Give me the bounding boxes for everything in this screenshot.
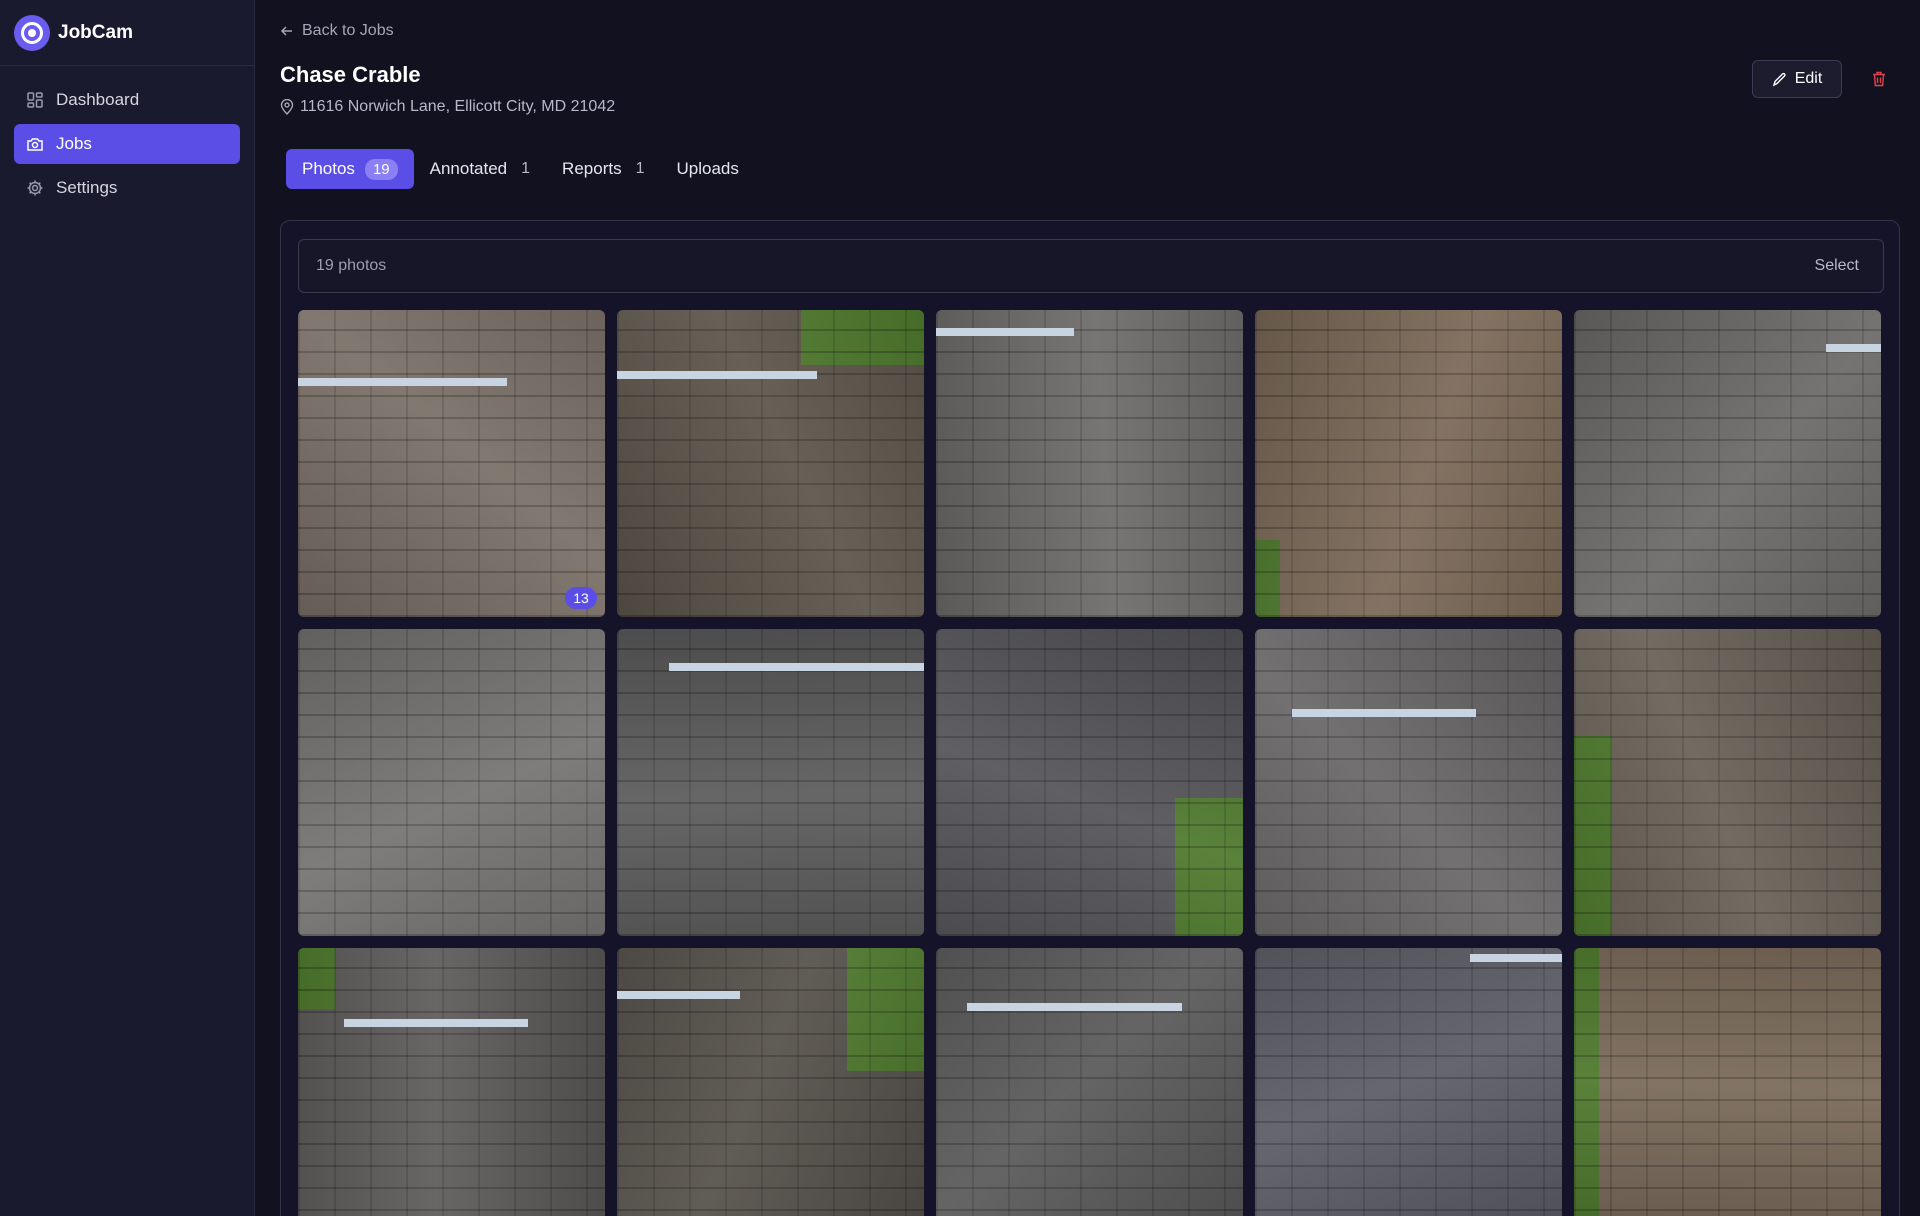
photo-thumbnail[interactable] [1574,948,1881,1216]
roof-shade [617,310,924,617]
sidebar-nav: Dashboard Jobs Settings [0,66,254,226]
dashboard-icon [27,92,43,108]
arrow-left-icon [280,26,292,36]
ridge-vent [966,1003,1182,1012]
ridge-vent [669,662,924,671]
map-pin-icon [280,99,294,115]
roof-shade [298,948,605,1216]
photo-thumbnail[interactable] [617,310,924,617]
ridge-vent [1469,954,1562,963]
camera-icon [27,138,43,151]
annotation-count-badge: 13 [565,587,597,609]
sidebar-item-label: Settings [56,178,118,197]
roof-shade [617,629,924,936]
address-text: 11616 Norwich Lane, Ellicott City, MD 21… [300,98,616,115]
tab-label: Photos [302,159,355,178]
edit-button[interactable]: Edit [1752,60,1842,98]
photo-thumbnail[interactable] [1255,948,1562,1216]
photos-panel: 19 photos Select 13 [280,220,1900,1216]
roof-shade [1574,948,1881,1216]
sidebar-item-label: Jobs [56,134,92,153]
tab-uploads[interactable]: Uploads [660,149,754,189]
tab-label: Uploads [676,159,739,178]
tab-count: 1 [521,160,531,177]
tab-reports[interactable]: Reports 1 [546,149,660,189]
tab-count: 19 [364,158,398,180]
jobcam-logo-icon [14,14,50,51]
back-label: Back to Jobs [302,22,394,39]
photo-thumbnail[interactable] [298,948,605,1216]
roof-shade [936,629,1243,936]
photo-thumbnail[interactable] [617,629,924,936]
sidebar-item-label: Dashboard [56,90,140,109]
ridge-vent [617,990,740,999]
tab-photos[interactable]: Photos 19 [286,149,414,189]
ridge-vent [617,371,817,380]
roof-shade [1255,629,1562,936]
photo-thumbnail[interactable] [1574,310,1881,617]
photo-thumbnail[interactable] [936,310,1243,617]
ridge-vent [1291,708,1477,717]
delete-button[interactable] [1868,68,1890,90]
sidebar-item-settings[interactable]: Settings [14,168,240,208]
tab-bar: Photos 19 Annotated 1 Reports 1 Uploads [286,149,755,189]
gear-icon [27,180,43,196]
edit-label: Edit [1794,70,1823,87]
roof-shade [1574,310,1881,617]
tab-annotated[interactable]: Annotated 1 [414,149,546,189]
select-button[interactable]: Select [1815,257,1859,275]
ridge-vent [936,328,1075,337]
sidebar-item-dashboard[interactable]: Dashboard [14,80,240,120]
roof-shade [617,948,924,1216]
ridge-vent [298,377,507,386]
brand[interactable]: JobCam [0,0,254,66]
roof-shade [936,310,1243,617]
main-content: Back to Jobs Chase Crable 11616 Norwich … [256,0,1920,1216]
job-address: 11616 Norwich Lane, Ellicott City, MD 21… [280,98,615,116]
photo-thumbnail[interactable] [298,629,605,936]
roof-shade [1255,948,1562,1216]
photo-count: 19 photos [316,257,387,274]
trash-icon [1873,71,1885,87]
photo-thumbnail[interactable] [1255,629,1562,936]
photo-thumbnail[interactable] [936,629,1243,936]
photo-thumbnail[interactable] [1255,310,1562,617]
roof-shade [936,948,1243,1216]
page-title: Chase Crable [280,62,421,87]
tab-count: 1 [635,160,645,177]
sidebar: JobCam Dashboard Jobs Settings [0,0,255,1216]
tab-label: Reports [562,159,622,178]
photo-thumbnail[interactable] [617,948,924,1216]
roof-shade [1255,310,1562,617]
photo-grid: 13 [298,310,1881,1216]
photo-thumbnail[interactable]: 13 [298,310,605,617]
tab-label: Annotated [429,159,508,178]
roof-shade [298,310,605,617]
app-name: JobCam [58,21,133,43]
roof-shade [298,629,605,936]
pencil-icon [1772,72,1786,86]
sidebar-item-jobs[interactable]: Jobs [14,124,240,164]
back-to-jobs-link[interactable]: Back to Jobs [280,22,394,40]
roof-shade [1574,629,1881,936]
ridge-vent [344,1018,529,1027]
gallery-toolbar: 19 photos Select [298,239,1884,293]
photo-thumbnail[interactable] [936,948,1243,1216]
ridge-vent [1825,343,1881,352]
photo-thumbnail[interactable] [1574,629,1881,936]
